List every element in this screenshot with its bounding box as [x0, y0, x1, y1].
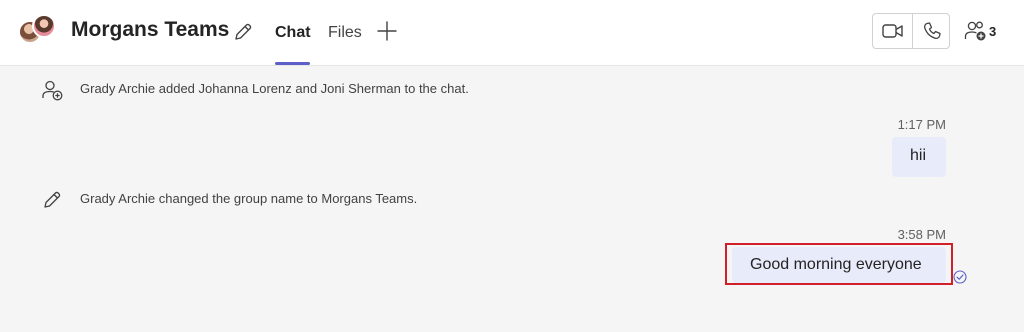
- video-call-icon: [882, 24, 903, 38]
- pencil-icon: [41, 189, 63, 211]
- avatar-member-2: [32, 14, 56, 38]
- participant-count: 3: [989, 24, 997, 39]
- group-avatar[interactable]: [18, 14, 58, 52]
- message-timestamp: 1:17 PM: [897, 117, 946, 132]
- active-tab-indicator: [275, 62, 310, 65]
- people-button[interactable]: 3: [964, 18, 1004, 46]
- plus-icon[interactable]: [376, 20, 398, 42]
- message-bubble[interactable]: hii: [892, 137, 946, 177]
- chat-title: Morgans Teams: [71, 18, 230, 41]
- phone-call-icon: [923, 22, 941, 40]
- message-bubble[interactable]: Good morning everyone: [732, 247, 946, 283]
- people-add-icon: [964, 21, 986, 41]
- tab-chat[interactable]: Chat: [275, 24, 311, 42]
- audio-call-button[interactable]: [913, 14, 950, 48]
- tab-files[interactable]: Files: [328, 24, 362, 42]
- system-message: Grady Archie changed the group name to M…: [80, 191, 418, 206]
- read-receipt-icon: [953, 270, 967, 284]
- system-message: Grady Archie added Johanna Lorenz and Jo…: [80, 81, 469, 96]
- message-timestamp: 3:58 PM: [897, 227, 946, 242]
- call-button-group: [872, 13, 950, 49]
- video-call-button[interactable]: [873, 14, 912, 48]
- chat-header: Morgans Teams Chat Files 3: [0, 0, 1024, 66]
- person-add-icon: [41, 79, 63, 101]
- pencil-icon[interactable]: [232, 21, 254, 43]
